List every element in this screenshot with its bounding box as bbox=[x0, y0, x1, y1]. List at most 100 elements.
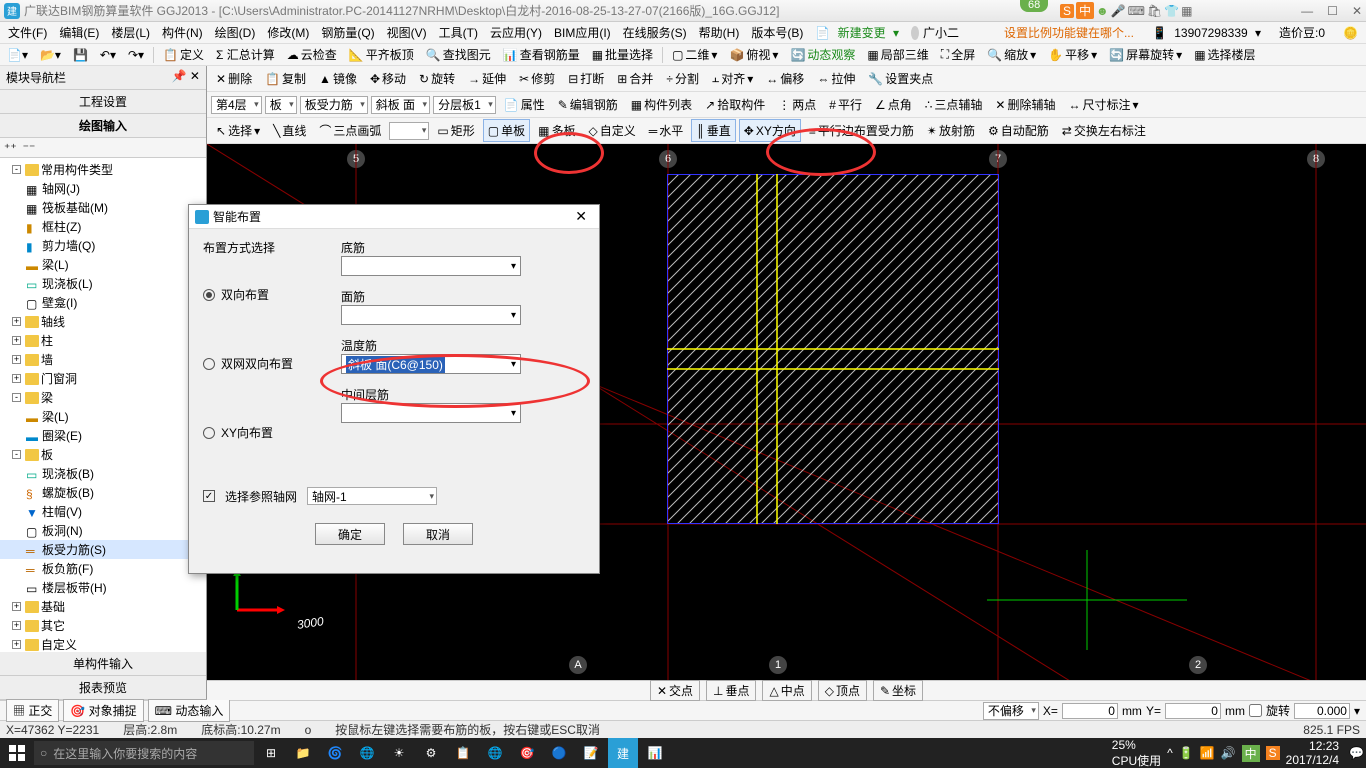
select-btn[interactable]: ↖ 选择 ▾ bbox=[211, 119, 265, 142]
prompt-text[interactable]: 设置比例功能键在哪个... bbox=[1000, 24, 1138, 41]
tray-ime-icon[interactable]: 中 bbox=[1242, 745, 1260, 762]
complist-btn[interactable]: ▦ 构件列表 bbox=[626, 93, 697, 116]
taskbar-search[interactable]: ○ 在这里输入你要搜索的内容 bbox=[34, 741, 254, 765]
splitlayer-dropdown[interactable]: 分层板1 bbox=[433, 96, 496, 114]
osnap-btn[interactable]: 🎯 对象捕捉 bbox=[63, 699, 143, 722]
radiate-btn[interactable]: ✴ 放射筋 bbox=[922, 119, 980, 142]
menu-view[interactable]: 视图(V) bbox=[383, 24, 431, 41]
menu-tools[interactable]: 工具(T) bbox=[435, 24, 482, 41]
ortho-btn[interactable]: ▦ 正交 bbox=[6, 699, 59, 722]
parallel-btn[interactable]: # 平行 bbox=[824, 93, 867, 116]
ref-axis-checkbox[interactable]: ✓ bbox=[203, 490, 215, 502]
app-icon-9[interactable]: 🔵 bbox=[544, 738, 574, 768]
component-tree[interactable]: -常用构件类型 ▦轴网(J) ▦筏板基础(M) ▮框柱(Z) ▮剪力墙(Q) ▬… bbox=[0, 158, 206, 652]
line-btn[interactable]: ╲ 直线 bbox=[268, 119, 311, 142]
stretch-btn[interactable]: ⇔ 拉伸 bbox=[812, 67, 860, 90]
tray-notif-icon[interactable]: 💬 bbox=[1349, 746, 1364, 760]
dim-btn[interactable]: ↔ 尺寸标注 ▾ bbox=[1063, 93, 1143, 116]
menu-modify[interactable]: 修改(M) bbox=[263, 24, 313, 41]
dialog-close-btn[interactable]: ✕ bbox=[569, 208, 593, 225]
tray-up-icon[interactable]: ^ bbox=[1167, 746, 1173, 760]
tray-sogou-icon[interactable]: S bbox=[1266, 746, 1280, 760]
trim-btn[interactable]: ✂ 修剪 bbox=[514, 67, 560, 90]
check-steel-btn[interactable]: 📊 查看钢筋量 bbox=[500, 46, 583, 63]
radio-bidirectional[interactable]: 双向布置 bbox=[203, 286, 323, 303]
undo-icon[interactable]: ↶▾ bbox=[97, 48, 119, 62]
subtype-dropdown[interactable]: 板受力筋 bbox=[300, 96, 368, 114]
offset-btn[interactable]: ↔ 偏移 bbox=[761, 67, 809, 90]
app-icon-7[interactable]: 🌐 bbox=[480, 738, 510, 768]
sel-layer-btn[interactable]: ▦ 选择楼层 bbox=[1191, 46, 1258, 63]
local3d-btn[interactable]: ▦ 局部三维 bbox=[864, 46, 931, 63]
clock[interactable]: 12:232017/12/4 bbox=[1286, 739, 1343, 768]
blank-dropdown[interactable] bbox=[389, 122, 429, 140]
break-btn[interactable]: ⊟ 打断 bbox=[563, 67, 609, 90]
menu-draw[interactable]: 绘图(D) bbox=[211, 24, 260, 41]
pan-btn[interactable]: ✋ 平移 ▾ bbox=[1045, 46, 1100, 63]
app-icon-10[interactable]: 📝 bbox=[576, 738, 606, 768]
rotate-btn[interactable]: 🔄 屏幕旋转 ▾ bbox=[1106, 46, 1185, 63]
axis-select[interactable]: 轴网-1 bbox=[307, 487, 437, 505]
threeaux-btn[interactable]: ∴ 三点辅轴 bbox=[920, 93, 988, 116]
maximize-button[interactable]: ☐ bbox=[1327, 4, 1338, 18]
tab-draw-input[interactable]: 绘图输入 bbox=[0, 114, 206, 138]
align-btn[interactable]: ⫠ 对齐 ▾ bbox=[707, 67, 758, 90]
close-button[interactable]: ✕ bbox=[1352, 4, 1362, 18]
snap-perp[interactable]: ⊥ 垂点 bbox=[706, 680, 756, 701]
2d-btn[interactable]: ▢ 二维 ▾ bbox=[669, 46, 720, 63]
ok-button[interactable]: 确定 bbox=[315, 523, 385, 545]
cancel-button[interactable]: 取消 bbox=[403, 523, 473, 545]
set-clamp-btn[interactable]: 🔧 设置夹点 bbox=[863, 67, 938, 90]
bottom-bar-select[interactable] bbox=[341, 256, 521, 276]
delaux-btn[interactable]: ✕ 删除辅轴 bbox=[990, 93, 1060, 116]
app-icon-11[interactable]: 📊 bbox=[640, 738, 670, 768]
overlook-btn[interactable]: 📦 俯视 ▾ bbox=[726, 46, 781, 63]
radio-xy[interactable]: XY向布置 bbox=[203, 424, 323, 441]
cloud-check-btn[interactable]: ☁ 云检查 bbox=[284, 46, 340, 63]
app-icon-6[interactable]: 📋 bbox=[448, 738, 478, 768]
menu-layer[interactable]: 楼层(L) bbox=[107, 24, 154, 41]
sum-calc-btn[interactable]: Σ 汇总计算 bbox=[213, 46, 278, 63]
collapse-tree-icon[interactable]: ⁻⁻ bbox=[23, 141, 36, 155]
fullscreen-btn[interactable]: ⛶ 全屏 bbox=[938, 46, 978, 63]
save-icon[interactable]: 💾 bbox=[70, 48, 91, 62]
menu-rebar[interactable]: 钢筋量(Q) bbox=[317, 24, 378, 41]
single-slab-btn[interactable]: ▢ 单板 bbox=[483, 119, 530, 142]
ime-bar[interactable]: S 中 ☻ 🎤 ⌨ 🛍 👕 ▦ bbox=[1060, 2, 1192, 19]
paralleledge-btn[interactable]: ≡ 平行边布置受力筋 bbox=[804, 119, 919, 142]
rotate-input[interactable]: 0.000 bbox=[1294, 703, 1350, 719]
batch-select-btn[interactable]: ▦ 批量选择 bbox=[589, 46, 656, 63]
merge-btn[interactable]: ⊞ 合并 bbox=[612, 67, 658, 90]
taskview-icon[interactable]: ⊞ bbox=[256, 738, 286, 768]
expand-tree-icon[interactable]: ⁺⁺ bbox=[4, 141, 17, 155]
start-button[interactable] bbox=[2, 738, 32, 768]
rotate-checkbox[interactable] bbox=[1249, 704, 1262, 717]
find-gv-btn[interactable]: 🔍 查找图元 bbox=[423, 46, 494, 63]
extend-btn[interactable]: → 延伸 bbox=[463, 67, 511, 90]
tray-net-icon[interactable]: 📶 bbox=[1200, 746, 1215, 760]
zoom-btn[interactable]: 🔍 缩放 ▾ bbox=[984, 46, 1039, 63]
xy-dir-btn[interactable]: ✥ XY方向 bbox=[739, 119, 801, 142]
swap-lr-btn[interactable]: ⇄ 交换左右标注 bbox=[1057, 119, 1151, 142]
horiz-btn[interactable]: ═ 水平 bbox=[644, 119, 689, 142]
custom-btn[interactable]: ◇ 自定义 bbox=[583, 119, 640, 142]
temp-bar-select[interactable]: 斜板 面(C6@150) bbox=[341, 354, 521, 374]
property-btn[interactable]: 📄 属性 bbox=[499, 93, 550, 116]
redo-icon[interactable]: ↷▾ bbox=[125, 48, 147, 62]
rect-btn[interactable]: ▭ 矩形 bbox=[432, 119, 479, 142]
flat-roof-btn[interactable]: 📐 平齐板顶 bbox=[346, 46, 417, 63]
app-icon-4[interactable]: ☀ bbox=[384, 738, 414, 768]
menu-cloud[interactable]: 云应用(Y) bbox=[486, 24, 546, 41]
dynview-btn[interactable]: 🔄 动态观察 bbox=[787, 46, 858, 63]
dyninput-btn[interactable]: ⌨ 动态输入 bbox=[148, 699, 231, 722]
multi-slab-btn[interactable]: ▦ 多板 bbox=[533, 119, 580, 142]
edit-steel-btn[interactable]: ✎ 编辑钢筋 bbox=[553, 93, 623, 116]
delete-btn[interactable]: ✕ 删除 bbox=[211, 67, 257, 90]
copy-btn[interactable]: 📋 复制 bbox=[260, 67, 311, 90]
open-icon[interactable]: 📂▾ bbox=[37, 48, 64, 62]
tab-project-settings[interactable]: 工程设置 bbox=[0, 90, 206, 114]
mid-bar-select[interactable] bbox=[341, 403, 521, 423]
twopt-btn[interactable]: ⋮ 两点 bbox=[773, 93, 821, 116]
snap-coord[interactable]: ✎ 坐标 bbox=[873, 680, 923, 701]
floor-dropdown[interactable]: 第4层 bbox=[211, 96, 262, 114]
